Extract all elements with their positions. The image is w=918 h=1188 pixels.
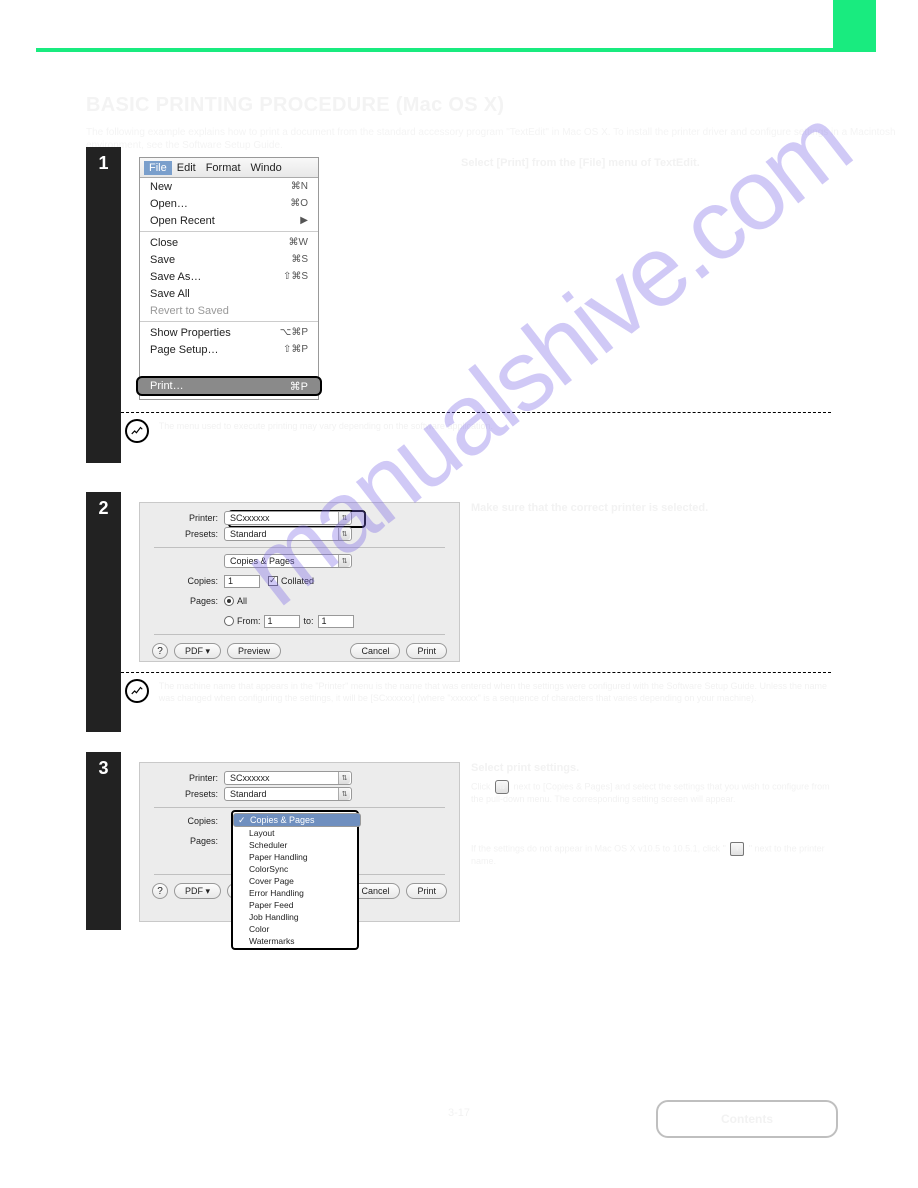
step2-note: The machine name that appears in the "Pr… xyxy=(159,681,831,704)
help-button[interactable]: ? xyxy=(152,643,168,659)
printer-label: Printer: xyxy=(140,513,224,523)
header-underline xyxy=(36,48,876,52)
copies-label: Copies: xyxy=(140,816,224,826)
stepper-icon: ⇅ xyxy=(338,772,350,784)
dropdown-item[interactable]: Paper Feed xyxy=(233,899,357,911)
menu-save[interactable]: Save⌘S xyxy=(140,251,318,268)
collated-checkbox[interactable] xyxy=(268,576,278,586)
pages-from-radio[interactable] xyxy=(224,616,234,626)
menu-open[interactable]: Open…⌘O xyxy=(140,195,318,212)
dropdown-item[interactable]: Copies & Pages xyxy=(233,813,361,827)
pages-all-radio[interactable] xyxy=(224,596,234,606)
print-button[interactable]: Print xyxy=(406,883,447,899)
header-bar: PRINTER xyxy=(36,0,876,52)
header-title: PRINTER xyxy=(114,18,162,30)
menu-close[interactable]: Close⌘W xyxy=(140,234,318,251)
dropdown-item[interactable]: Cover Page xyxy=(233,875,357,887)
dropdown-item[interactable]: Color xyxy=(233,923,357,935)
menu-open-recent[interactable]: Open Recent▶ xyxy=(140,212,318,229)
section-select[interactable]: Copies & Pages⇅ xyxy=(224,554,352,568)
menubar: File Edit Format Windo xyxy=(140,158,318,178)
pages-label: Pages: xyxy=(140,596,224,606)
contents-label: Contents xyxy=(721,1112,773,1126)
stepper-icon: ⇅ xyxy=(338,512,350,524)
file-menu-screenshot: File Edit Format Windo New⌘N Open…⌘O Ope… xyxy=(139,157,319,400)
menu-separator xyxy=(140,231,318,232)
printer-select[interactable]: SCxxxxxx⇅ xyxy=(224,511,352,525)
pages-label: Pages: xyxy=(140,836,224,846)
dashed-separator xyxy=(121,412,831,413)
menubar-format[interactable]: Format xyxy=(201,162,246,174)
dropdown-item[interactable]: Watermarks xyxy=(233,935,357,947)
menu-print[interactable]: Print…⌘P xyxy=(136,376,322,396)
stepper-icon: ⇅ xyxy=(495,780,509,794)
note-icon xyxy=(125,419,149,443)
pages-to-label: to: xyxy=(304,616,314,626)
dropdown-item[interactable]: Paper Handling xyxy=(233,851,357,863)
pdf-button[interactable]: PDF ▾ xyxy=(174,883,221,899)
pages-from-label: From: xyxy=(237,616,261,626)
menu-revert: Revert to Saved xyxy=(140,302,318,319)
presets-label: Presets: xyxy=(140,529,224,539)
step-number-2: 2 xyxy=(86,492,121,732)
step-number-3: 3 xyxy=(86,752,121,930)
step3-desc: Click ⇅ next to [Copies & Pages] and sel… xyxy=(471,780,831,806)
printer-label: Printer: xyxy=(140,773,224,783)
dialog-separator xyxy=(154,634,445,635)
step1-note: The menu used to execute printing may va… xyxy=(159,421,831,433)
menu-save-all[interactable]: Save All xyxy=(140,285,318,302)
dropdown-item[interactable]: Scheduler xyxy=(233,839,357,851)
note-icon xyxy=(125,679,149,703)
print-dialog: Printer: SCxxxxxx⇅ Presets: Standard⇅ Co… xyxy=(139,502,460,662)
chevron-down-icon: ▾ xyxy=(730,842,744,856)
cancel-button[interactable]: Cancel xyxy=(350,643,400,659)
dashed-separator xyxy=(121,672,831,673)
presets-select[interactable]: Standard⇅ xyxy=(224,527,352,541)
print-button[interactable]: Print xyxy=(406,643,447,659)
dropdown-item[interactable]: ColorSync xyxy=(233,863,357,875)
step-number-1: 1 xyxy=(86,147,121,463)
help-button[interactable]: ? xyxy=(152,883,168,899)
menu-show-properties[interactable]: Show Properties⌥⌘P xyxy=(140,324,318,341)
menubar-file[interactable]: File xyxy=(144,161,172,175)
page-heading: BASIC PRINTING PROCEDURE (Mac OS X) xyxy=(86,94,504,117)
menu-save-as[interactable]: Save As…⇧⌘S xyxy=(140,268,318,285)
stepper-icon: ⇅ xyxy=(338,788,350,800)
pages-all-label: All xyxy=(237,596,247,606)
stepper-icon: ⇅ xyxy=(338,555,350,567)
presets-select[interactable]: Standard⇅ xyxy=(224,787,352,801)
dropdown-item[interactable]: Error Handling xyxy=(233,887,357,899)
contents-button[interactable]: Contents xyxy=(656,1100,838,1138)
copies-input[interactable]: 1 xyxy=(224,575,260,588)
step3-title: Select print settings. xyxy=(471,762,831,774)
collated-label: Collated xyxy=(281,576,314,586)
section-dropdown[interactable]: Copies & Pages Layout Scheduler Paper Ha… xyxy=(231,810,359,950)
dropdown-item[interactable]: Layout xyxy=(233,827,357,839)
presets-label: Presets: xyxy=(140,789,224,799)
pages-to-input[interactable]: 1 xyxy=(318,615,354,628)
menubar-window[interactable]: Windo xyxy=(246,162,287,174)
dropdown-item[interactable]: Job Handling xyxy=(233,911,357,923)
step3-desc2: If the settings do not appear in Mac OS … xyxy=(471,842,831,868)
header-accent xyxy=(833,0,876,52)
pdf-button[interactable]: PDF ▾ xyxy=(174,643,221,659)
preview-button[interactable]: Preview xyxy=(227,643,281,659)
menu-page-setup[interactable]: Page Setup…⇧⌘P xyxy=(140,341,318,358)
dialog-separator xyxy=(154,807,445,808)
dialog-separator xyxy=(154,547,445,548)
step2-title: Make sure that the correct printer is se… xyxy=(471,502,831,514)
menu-separator xyxy=(140,321,318,322)
print-dialog-dropdown: Printer: SCxxxxxx⇅ Presets: Standard⇅ Co… xyxy=(139,762,460,922)
step1-title: Select [Print] from the [File] menu of T… xyxy=(461,157,831,169)
menubar-edit[interactable]: Edit xyxy=(172,162,201,174)
printer-select[interactable]: SCxxxxxx⇅ xyxy=(224,771,352,785)
menu-new[interactable]: New⌘N xyxy=(140,178,318,195)
stepper-icon: ⇅ xyxy=(338,528,350,540)
pages-from-input[interactable]: 1 xyxy=(264,615,300,628)
copies-label: Copies: xyxy=(140,576,224,586)
